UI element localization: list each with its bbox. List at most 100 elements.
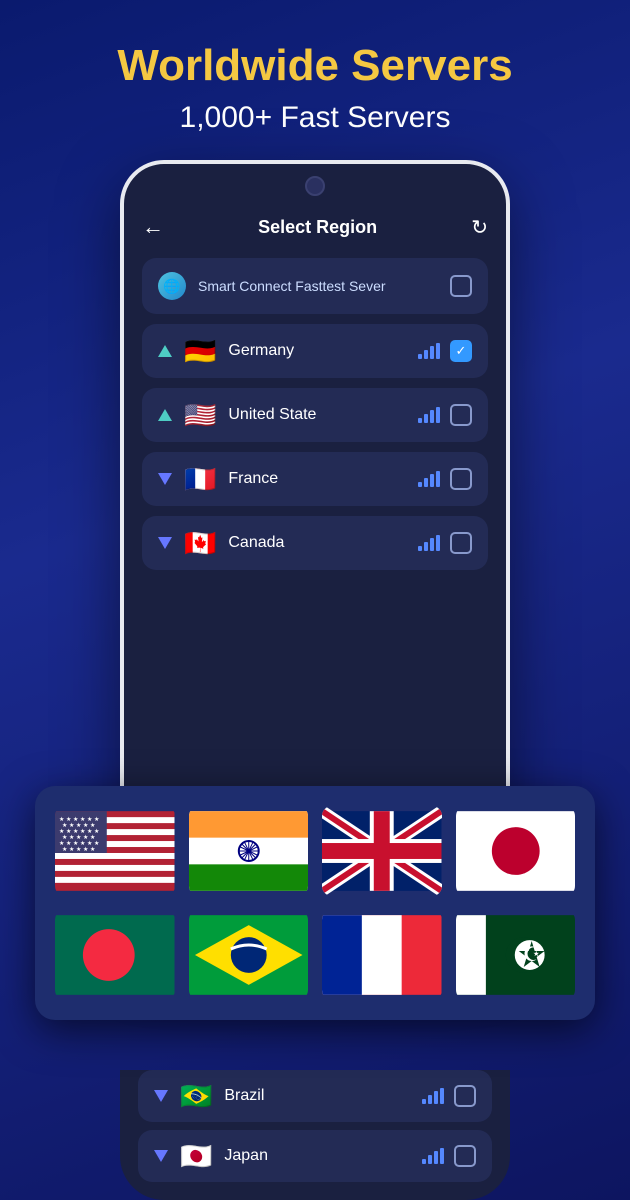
bar4 xyxy=(436,343,440,359)
flag-japan: 🇯🇵 xyxy=(180,1143,212,1169)
bar1 xyxy=(418,482,422,487)
flag-cell-bangladesh[interactable] xyxy=(55,910,175,1000)
server-item-left-germany: 🇩🇪 Germany xyxy=(158,338,418,364)
flags-row-2: ☪ xyxy=(55,910,575,1000)
phone-notch xyxy=(305,176,325,196)
checkbox-smart[interactable] xyxy=(450,275,472,297)
server-item-left-usa: 🇺🇸 United State xyxy=(158,402,418,428)
bar1 xyxy=(422,1099,426,1104)
server-item-right-canada xyxy=(418,532,472,554)
svg-text:☪: ☪ xyxy=(522,944,540,966)
server-item-right-usa xyxy=(418,404,472,426)
checkbox-france[interactable] xyxy=(450,468,472,490)
server-name-brazil: Brazil xyxy=(224,1087,264,1105)
svg-text:★ ★ ★ ★ ★: ★ ★ ★ ★ ★ xyxy=(62,822,95,829)
server-name-japan: Japan xyxy=(224,1147,268,1165)
server-item-right-france xyxy=(418,468,472,490)
flags-row-1: ★ ★ ★ ★ ★ ★ ★ ★ ★ ★ ★ ★ ★ ★ ★ ★ ★ ★ ★ ★ … xyxy=(55,806,575,896)
server-item-smart[interactable]: 🌐 Smart Connect Fasttest Sever xyxy=(142,258,488,314)
flag-cell-brazil[interactable] xyxy=(189,910,309,1000)
bottom-items: 🇧🇷 Brazil 🇯🇵 Japan xyxy=(120,1070,510,1200)
checkbox-usa[interactable] xyxy=(450,404,472,426)
bar1 xyxy=(418,546,422,551)
server-item-right-germany: ✓ xyxy=(418,340,472,362)
bar2 xyxy=(428,1155,432,1164)
bar3 xyxy=(430,538,434,551)
bar3 xyxy=(430,410,434,423)
server-item-left-japan: 🇯🇵 Japan xyxy=(154,1143,422,1169)
smart-connect-label: Smart Connect Fasttest Sever xyxy=(198,278,386,294)
bar4 xyxy=(440,1088,444,1104)
bar1 xyxy=(422,1159,426,1164)
globe-icon: 🌐 xyxy=(158,272,186,300)
flag-cell-uk[interactable] xyxy=(322,806,442,896)
signal-usa xyxy=(418,407,440,423)
screen-title: Select Region xyxy=(258,217,377,238)
server-item-left-brazil: 🇧🇷 Brazil xyxy=(154,1083,422,1109)
bar3 xyxy=(430,346,434,359)
flag-cell-japan[interactable] xyxy=(456,806,576,896)
server-item-right-japan xyxy=(422,1145,476,1167)
bar2 xyxy=(424,478,428,487)
checkbox-germany[interactable]: ✓ xyxy=(450,340,472,362)
server-item-left-france: 🇫🇷 France xyxy=(158,466,418,492)
signal-germany xyxy=(418,343,440,359)
triangle-down-japan-icon xyxy=(154,1150,168,1162)
flag-usa: 🇺🇸 xyxy=(184,402,216,428)
server-item-left: 🌐 Smart Connect Fasttest Sever xyxy=(158,272,450,300)
bar2 xyxy=(424,414,428,423)
flags-grid-overlay: ★ ★ ★ ★ ★ ★ ★ ★ ★ ★ ★ ★ ★ ★ ★ ★ ★ ★ ★ ★ … xyxy=(35,786,595,1020)
server-item-left-canada: 🇨🇦 Canada xyxy=(158,530,418,556)
svg-text:★ ★ ★ ★ ★: ★ ★ ★ ★ ★ xyxy=(62,834,95,841)
bar2 xyxy=(428,1095,432,1104)
server-item-france[interactable]: 🇫🇷 France xyxy=(142,452,488,506)
bar2 xyxy=(424,542,428,551)
bar1 xyxy=(418,418,422,423)
server-name-germany: Germany xyxy=(228,342,294,360)
server-item-usa[interactable]: 🇺🇸 United State xyxy=(142,388,488,442)
header-section: Worldwide Servers 1,000+ Fast Servers xyxy=(0,0,630,155)
signal-brazil xyxy=(422,1088,444,1104)
svg-text:★ ★ ★ ★ ★ ★: ★ ★ ★ ★ ★ ★ xyxy=(59,840,99,847)
server-name-usa: United State xyxy=(228,406,316,424)
checkbox-brazil[interactable] xyxy=(454,1085,476,1107)
server-item-japan[interactable]: 🇯🇵 Japan xyxy=(138,1130,492,1182)
top-bar: ← Select Region ↻ xyxy=(142,214,488,240)
triangle-up-icon xyxy=(158,345,172,357)
triangle-down-france-icon xyxy=(158,473,172,485)
flag-brazil: 🇧🇷 xyxy=(180,1083,212,1109)
server-name-canada: Canada xyxy=(228,534,284,552)
refresh-button[interactable]: ↻ xyxy=(471,215,488,240)
checkbox-canada[interactable] xyxy=(450,532,472,554)
flag-cell-us[interactable]: ★ ★ ★ ★ ★ ★ ★ ★ ★ ★ ★ ★ ★ ★ ★ ★ ★ ★ ★ ★ … xyxy=(55,806,175,896)
checkbox-japan[interactable] xyxy=(454,1145,476,1167)
triangle-up-usa-icon xyxy=(158,409,172,421)
bar4 xyxy=(440,1148,444,1164)
bar1 xyxy=(418,354,422,359)
bar4 xyxy=(436,407,440,423)
server-item-brazil[interactable]: 🇧🇷 Brazil xyxy=(138,1070,492,1122)
server-item-canada[interactable]: 🇨🇦 Canada xyxy=(142,516,488,570)
flag-cell-pakistan[interactable]: ☪ xyxy=(456,910,576,1000)
svg-text:★ ★ ★ ★ ★ ★: ★ ★ ★ ★ ★ ★ xyxy=(59,816,99,823)
signal-japan xyxy=(422,1148,444,1164)
bar4 xyxy=(436,471,440,487)
server-item-germany[interactable]: 🇩🇪 Germany ✓ xyxy=(142,324,488,378)
triangle-down-canada-icon xyxy=(158,537,172,549)
flag-france: 🇫🇷 xyxy=(184,466,216,492)
back-button[interactable]: ← xyxy=(142,214,164,240)
flag-germany: 🇩🇪 xyxy=(184,338,216,364)
bar4 xyxy=(436,535,440,551)
server-name-france: France xyxy=(228,470,278,488)
triangle-down-brazil-icon xyxy=(154,1090,168,1102)
server-list: 🌐 Smart Connect Fasttest Sever 🇩🇪 German… xyxy=(142,258,488,570)
bar3 xyxy=(430,474,434,487)
svg-text:★ ★ ★ ★ ★ ★: ★ ★ ★ ★ ★ ★ xyxy=(59,828,99,835)
signal-canada xyxy=(418,535,440,551)
subtitle: 1,000+ Fast Servers xyxy=(20,101,610,135)
signal-france xyxy=(418,471,440,487)
flag-cell-france[interactable] xyxy=(322,910,442,1000)
flag-canada: 🇨🇦 xyxy=(184,530,216,556)
bar3 xyxy=(434,1091,438,1104)
flag-cell-india[interactable] xyxy=(189,806,309,896)
